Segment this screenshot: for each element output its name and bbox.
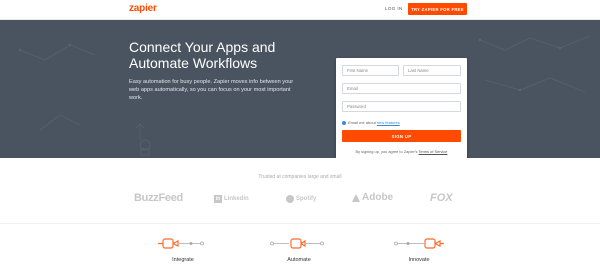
last-name-input[interactable]: Last Name [403, 65, 461, 76]
buzzfeed-logo: BuzzFeed [134, 192, 183, 204]
feature-label: Automate [287, 257, 311, 263]
feature-integrate: Integrate [148, 233, 218, 267]
feature-innovate: Innovate [384, 233, 454, 267]
feature-label: Integrate [172, 257, 194, 263]
integrate-icon [158, 238, 204, 249]
terms-of-service-link[interactable]: Terms of Service [418, 149, 447, 154]
linkedin-logo: in Linkedin [214, 195, 249, 203]
hero-section: Connect Your Apps and Automate Workflows… [0, 20, 600, 158]
top-nav: zapier LOG IN TRY ZAPIER FOR FREE [0, 0, 600, 20]
innovate-icon [394, 238, 444, 249]
signup-form: First Name Last Name Email Password Emai… [336, 58, 467, 158]
automate-icon [270, 238, 324, 249]
email-input[interactable]: Email [342, 83, 461, 94]
feature-label: Innovate [408, 257, 430, 263]
linkedin-name: Linkedin [224, 196, 249, 202]
trusted-label: Trusted at companies large and small [258, 174, 342, 180]
terms-text: By signing up, you agree to Zapier's [355, 149, 418, 154]
adobe-logo: Adobe [352, 192, 393, 203]
terms-notice: By signing up, you agree to Zapier's Ter… [336, 149, 467, 154]
feature-automate: Automate [264, 233, 334, 267]
fox-logo: FOX [430, 192, 453, 204]
hero-title: Connect Your Apps and Automate Workflows [129, 39, 276, 71]
opt-in-checkbox[interactable] [342, 120, 346, 125]
section-divider [0, 223, 600, 224]
zapier-logo[interactable]: zapier [129, 3, 157, 14]
opt-in-text: Email me about [348, 120, 376, 125]
hero-description: Easy automation for busy people. Zapier … [129, 79, 294, 101]
try-for-free-button[interactable]: TRY ZAPIER FOR FREE [408, 3, 467, 15]
first-name-input[interactable]: First Name [342, 65, 399, 76]
customer-logos: BuzzFeed in Linkedin Spotify Adobe FOX [0, 190, 600, 210]
spotify-name: Spotify [296, 196, 317, 202]
sign-up-button[interactable]: SIGN UP [342, 130, 461, 142]
adobe-name: Adobe [362, 192, 394, 203]
login-link[interactable]: LOG IN [385, 6, 403, 11]
password-input[interactable]: Password [342, 101, 461, 112]
spotify-logo: Spotify [286, 195, 316, 203]
features-opt-in[interactable]: Email me about new features [342, 120, 400, 125]
new-features-link[interactable]: new features [377, 120, 400, 125]
